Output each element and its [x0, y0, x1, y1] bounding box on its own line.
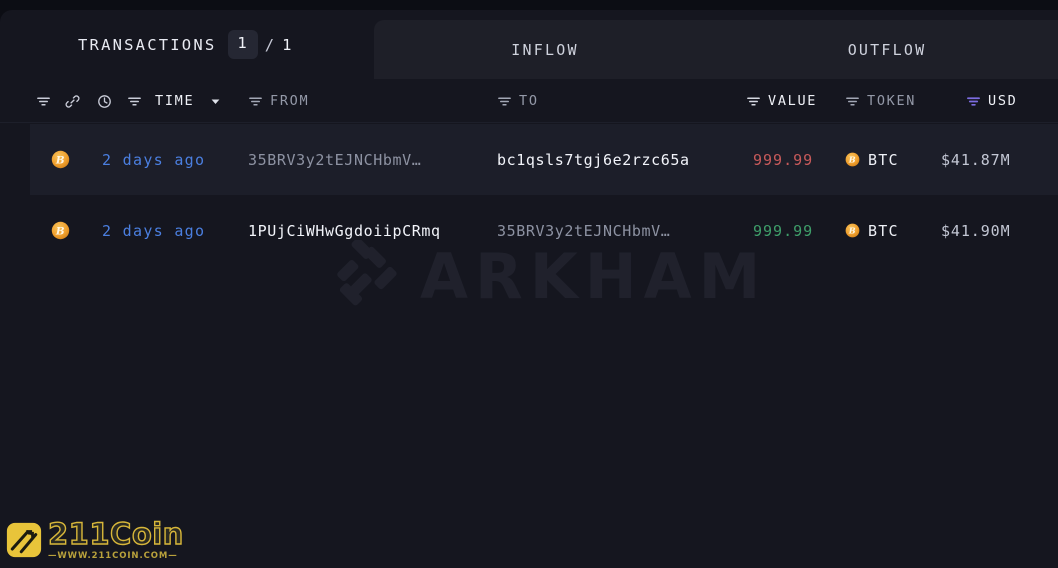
- row-time: 2 days ago: [102, 150, 206, 169]
- svg-text:B: B: [848, 155, 857, 165]
- filter-icon-to[interactable]: [497, 94, 512, 109]
- transactions-screen: ARKHAM TRANSACTIONS 1 / 1 INFLOW OUTFLOW: [0, 0, 1058, 568]
- pager-separator: /: [264, 35, 277, 54]
- pagination: 1 / 1: [228, 30, 293, 59]
- row-time: 2 days ago: [102, 221, 206, 240]
- table-column-headers: TIME FROM TO VALUE TOKEN USD: [0, 79, 1058, 123]
- panel-topbar: TRANSACTIONS 1 / 1 INFLOW OUTFLOW: [0, 10, 1058, 79]
- filter-icon-token[interactable]: [845, 94, 860, 109]
- row-value: 999.99: [753, 150, 814, 169]
- pager-total: 1: [282, 35, 294, 54]
- row-to-address[interactable]: bc1qsls7tgj6e2rzc65a: [497, 124, 742, 195]
- row-token-symbol: BTC: [868, 221, 899, 240]
- svg-text:B: B: [848, 226, 857, 236]
- table-row[interactable]: B 2 days ago 35BRV3y2tEJNCHbmV… bc1qsls7…: [0, 124, 1058, 195]
- bitcoin-icon: B: [51, 221, 70, 240]
- column-header-from[interactable]: FROM: [248, 79, 309, 123]
- row-usd: $41.87M: [941, 150, 1011, 169]
- column-header-from-label: FROM: [270, 93, 310, 109]
- row-chain-icon: B: [51, 124, 70, 195]
- transactions-panel: ARKHAM TRANSACTIONS 1 / 1 INFLOW OUTFLOW: [0, 10, 1058, 568]
- link-icon[interactable]: [65, 94, 80, 109]
- chevron-down-icon[interactable]: [209, 95, 222, 108]
- row-from-address[interactable]: 1PUjCiWHwGgdoiipCRmq: [248, 195, 490, 266]
- row-token[interactable]: B BTC: [845, 124, 899, 195]
- row-chain-icon: B: [51, 195, 70, 266]
- transactions-title-group: TRANSACTIONS 1 / 1: [28, 10, 293, 79]
- filter-icon-value[interactable]: [746, 94, 761, 109]
- svg-text:B: B: [55, 225, 65, 237]
- transactions-table-body: B 2 days ago 35BRV3y2tEJNCHbmV… bc1qsls7…: [0, 124, 1058, 266]
- bitcoin-icon: B: [845, 223, 860, 238]
- bitcoin-icon: B: [51, 150, 70, 169]
- clock-icon[interactable]: [97, 94, 112, 109]
- column-header-time-label: TIME: [155, 93, 195, 109]
- tab-inflow[interactable]: INFLOW: [374, 41, 716, 59]
- row-usd: $41.90M: [941, 221, 1011, 240]
- row-from-address[interactable]: 35BRV3y2tEJNCHbmV…: [248, 124, 488, 195]
- table-row[interactable]: B 2 days ago 1PUjCiWHwGgdoiipCRmq 35BRV3…: [0, 195, 1058, 266]
- column-header-value[interactable]: VALUE: [746, 79, 817, 123]
- bitcoin-icon: B: [845, 152, 860, 167]
- filter-icon-time[interactable]: [127, 94, 142, 109]
- filter-icon-active[interactable]: [966, 94, 981, 109]
- column-header-token-label: TOKEN: [867, 93, 917, 109]
- filter-icon-from[interactable]: [248, 94, 263, 109]
- page-title: TRANSACTIONS: [78, 35, 217, 54]
- page-number-input[interactable]: 1: [228, 30, 258, 59]
- filter-icon[interactable]: [36, 94, 51, 109]
- row-token[interactable]: B BTC: [845, 195, 899, 266]
- column-header-usd[interactable]: USD: [966, 79, 1017, 123]
- column-header-to[interactable]: TO: [497, 79, 539, 123]
- column-header-value-label: VALUE: [768, 93, 818, 109]
- row-to-address[interactable]: 35BRV3y2tEJNCHbmV…: [497, 195, 742, 266]
- column-header-usd-label: USD: [988, 93, 1018, 109]
- svg-text:B: B: [55, 154, 65, 166]
- row-value: 999.99: [753, 221, 814, 240]
- tab-outflow[interactable]: OUTFLOW: [716, 41, 1058, 59]
- column-header-to-label: TO: [519, 93, 539, 109]
- column-header-time[interactable]: TIME: [36, 79, 222, 123]
- flow-tabs: INFLOW OUTFLOW: [374, 20, 1058, 79]
- column-header-token[interactable]: TOKEN: [845, 79, 916, 123]
- row-token-symbol: BTC: [868, 150, 899, 169]
